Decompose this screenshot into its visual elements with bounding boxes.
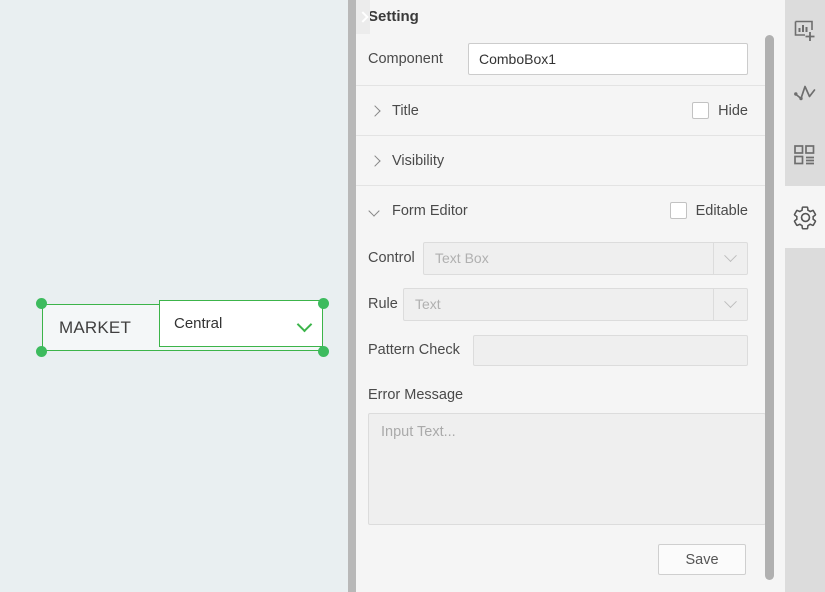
pattern-check-input[interactable] xyxy=(473,334,748,366)
resize-handle-top-left[interactable] xyxy=(36,298,47,309)
resize-handle-bottom-right[interactable] xyxy=(318,346,329,357)
rail-item-line-chart[interactable] xyxy=(785,62,825,124)
rule-select[interactable]: Text xyxy=(403,287,748,321)
panel-collapse-button[interactable] xyxy=(356,0,370,34)
component-name-label: Component xyxy=(368,51,443,67)
rail-item-add-chart[interactable] xyxy=(785,0,825,62)
editable-checkbox-wrap[interactable]: Editable xyxy=(669,202,748,219)
component-title-label: MARKET xyxy=(59,317,132,337)
rule-select-value: Text xyxy=(415,296,441,312)
rule-label: Rule xyxy=(368,296,398,312)
design-canvas[interactable]: MARKET Central xyxy=(0,0,348,592)
panel-title: Setting xyxy=(368,8,419,25)
component-name-input[interactable] xyxy=(468,43,748,75)
control-select[interactable]: Text Box xyxy=(423,241,748,275)
hide-checkbox-label: Hide xyxy=(718,102,748,119)
line-chart-icon xyxy=(794,85,816,101)
settings-panel: Setting Component Title Hide Visibility xyxy=(348,0,785,592)
chevron-right-icon xyxy=(368,104,382,118)
rail-item-grid-layout[interactable] xyxy=(785,124,825,186)
hide-checkbox[interactable] xyxy=(692,102,710,119)
selected-component-combobox[interactable]: MARKET Central xyxy=(36,298,329,357)
section-visibility-label: Visibility xyxy=(392,152,445,169)
panel-splitter[interactable] xyxy=(348,0,356,592)
section-visibility[interactable]: Visibility xyxy=(348,136,768,185)
panel-actions: Save xyxy=(348,530,766,575)
component-dropdown[interactable]: Central xyxy=(159,300,323,347)
section-form-editor[interactable]: Form Editor Editable xyxy=(348,186,768,235)
rule-row: Rule Text xyxy=(348,281,768,327)
control-label: Control xyxy=(368,250,415,266)
error-message-textarea[interactable] xyxy=(368,413,766,525)
rail-item-settings[interactable] xyxy=(785,186,825,248)
chevron-down-icon xyxy=(368,204,382,218)
chevron-down-icon xyxy=(298,317,312,331)
editable-checkbox[interactable] xyxy=(669,202,687,219)
error-message-label: Error Message xyxy=(368,387,464,403)
section-form-editor-label: Form Editor xyxy=(392,202,468,219)
hide-checkbox-wrap[interactable]: Hide xyxy=(692,102,748,119)
right-toolbar xyxy=(785,0,825,592)
panel-scrollbar[interactable] xyxy=(765,0,774,592)
save-button[interactable]: Save xyxy=(658,544,746,575)
error-message-block: Error Message xyxy=(348,373,768,530)
resize-handle-bottom-left[interactable] xyxy=(36,346,47,357)
panel-scrollbar-thumb[interactable] xyxy=(765,35,774,580)
pattern-check-label: Pattern Check xyxy=(368,342,460,358)
section-title[interactable]: Title Hide xyxy=(348,86,768,135)
component-dropdown-value: Central xyxy=(174,315,223,332)
grid-layout-icon xyxy=(794,145,815,165)
chevron-down-icon xyxy=(714,294,747,309)
resize-handle-top-right[interactable] xyxy=(318,298,329,309)
control-row: Control Text Box xyxy=(348,235,768,281)
component-name-row: Component xyxy=(348,33,768,85)
gear-icon xyxy=(793,205,816,229)
editable-checkbox-label: Editable xyxy=(695,202,748,219)
control-select-value: Text Box xyxy=(435,250,489,266)
pattern-check-row: Pattern Check xyxy=(348,327,768,373)
add-chart-icon xyxy=(794,20,815,41)
chevron-right-icon xyxy=(359,13,367,21)
chevron-down-icon xyxy=(714,248,747,263)
chevron-right-icon xyxy=(368,154,382,168)
section-title-label: Title xyxy=(392,102,419,119)
app-root: MARKET Central Setting Component ComboBo… xyxy=(0,0,825,592)
